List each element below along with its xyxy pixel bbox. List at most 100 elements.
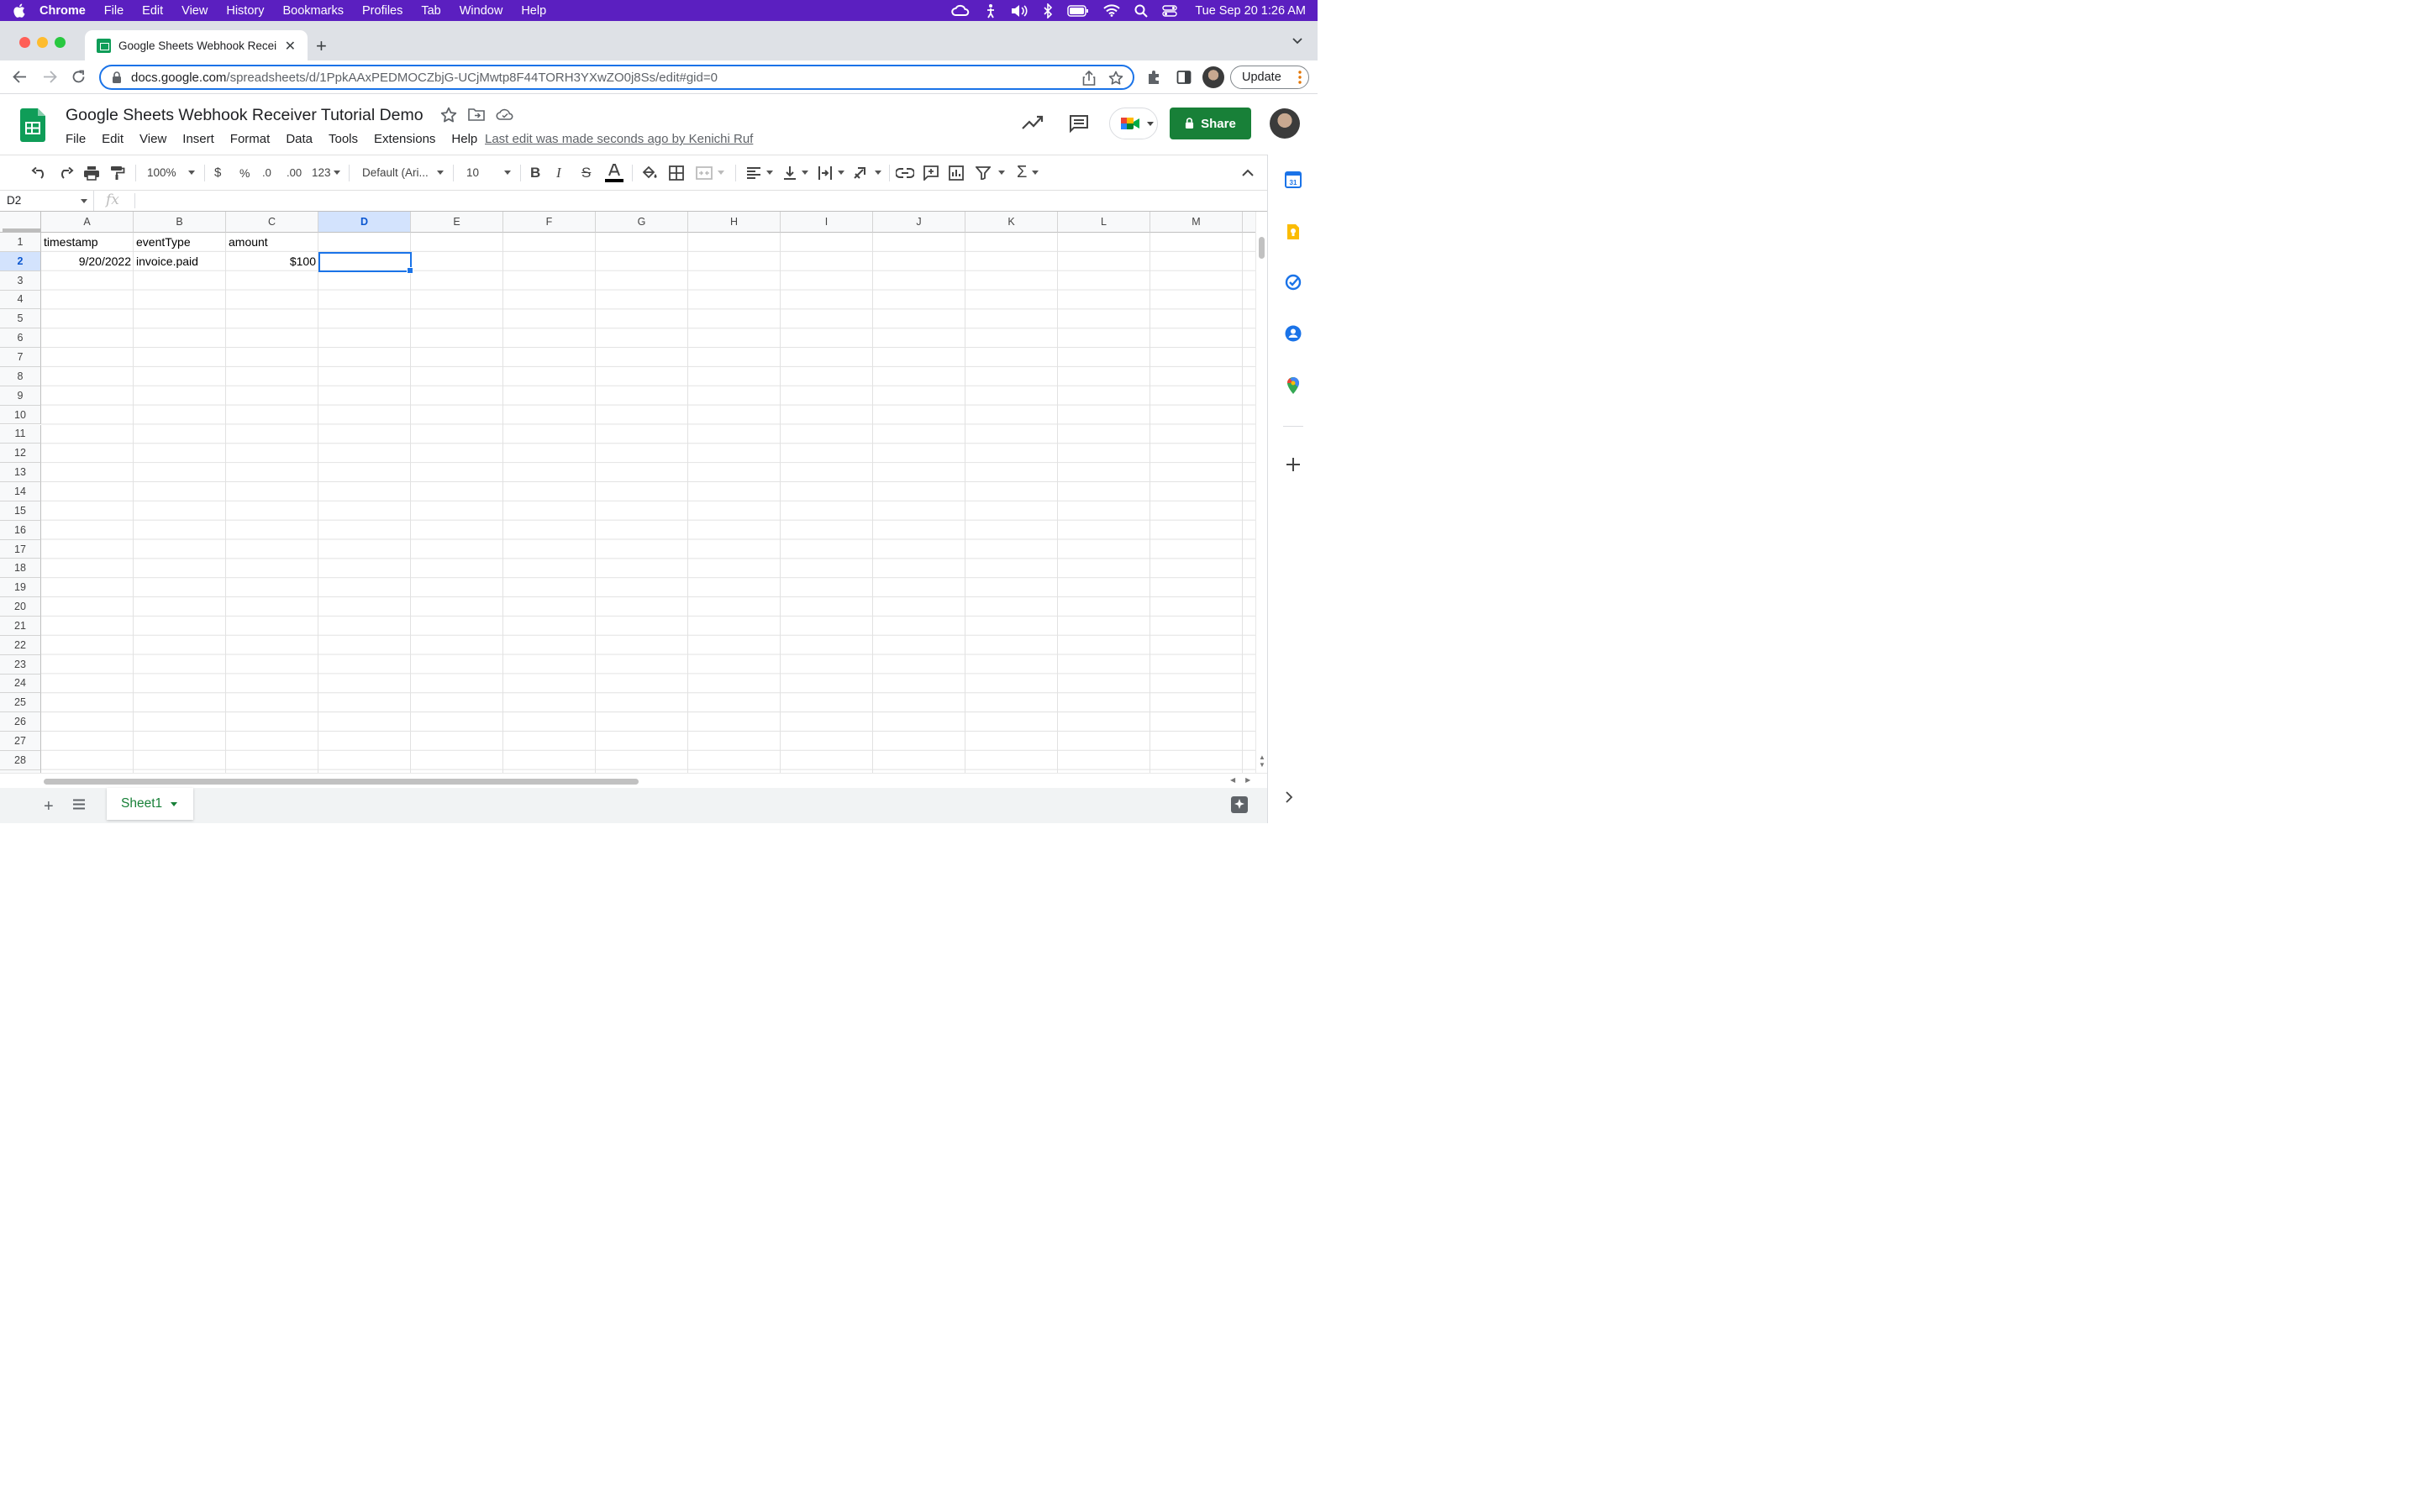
column-header-m[interactable]: M (1150, 212, 1243, 233)
cell-area[interactable]: timestamp eventType amount 9/20/2022 invoice… (41, 233, 1255, 773)
row-header-10[interactable]: 10 (0, 405, 41, 425)
row-header-3[interactable]: 3 (0, 270, 41, 291)
google-sheets-logo-icon[interactable] (20, 108, 45, 142)
side-panel-icon[interactable] (1176, 70, 1192, 85)
control-center-icon[interactable] (1162, 4, 1178, 17)
increase-decimal-button[interactable]: .00 (287, 155, 302, 190)
column-header-l[interactable]: L (1058, 212, 1150, 233)
creative-cloud-icon[interactable] (951, 4, 971, 18)
mac-menu-app[interactable]: Chrome (37, 4, 95, 18)
menu-tools[interactable]: Tools (329, 132, 358, 146)
menu-help[interactable]: Help (451, 132, 477, 146)
mac-menu-profiles[interactable]: Profiles (353, 4, 412, 18)
comment-history-icon[interactable] (1069, 114, 1089, 133)
chrome-profile-avatar[interactable] (1202, 66, 1224, 88)
meet-button[interactable] (1109, 108, 1158, 139)
tab-close-icon[interactable]: ✕ (285, 38, 296, 55)
new-tab-button[interactable]: + (316, 35, 327, 57)
menu-format[interactable]: Format (230, 132, 271, 146)
vertical-scroll-thumb[interactable] (1259, 237, 1265, 259)
chrome-update-button[interactable]: Update (1230, 66, 1309, 89)
menu-extensions[interactable]: Extensions (374, 132, 435, 146)
redo-icon[interactable] (57, 155, 74, 190)
row-header-16[interactable]: 16 (0, 520, 41, 540)
column-header-h[interactable]: H (688, 212, 781, 233)
borders-icon[interactable] (669, 155, 684, 190)
strikethrough-icon[interactable]: S (581, 155, 591, 190)
document-title[interactable]: Google Sheets Webhook Receiver Tutorial … (66, 106, 424, 125)
mac-menu-window[interactable]: Window (450, 4, 513, 18)
cell-c1[interactable]: amount (226, 233, 318, 252)
column-header-i[interactable]: I (781, 212, 873, 233)
mac-menu-help[interactable]: Help (512, 4, 555, 18)
add-sheet-button[interactable]: + (44, 797, 54, 816)
column-header-e[interactable]: E (411, 212, 503, 233)
menu-file[interactable]: File (66, 132, 86, 146)
vertical-scrollbar[interactable]: ▲ ▼ (1255, 212, 1267, 773)
reload-icon[interactable] (71, 70, 86, 84)
wifi-icon[interactable] (1103, 4, 1121, 17)
cloud-saved-icon[interactable] (496, 107, 514, 122)
contacts-icon[interactable] (1285, 325, 1302, 342)
functions-sigma-icon[interactable]: Σ (1017, 155, 1039, 190)
undo-icon[interactable] (31, 155, 48, 190)
show-side-panel-chevron-right-icon[interactable] (1285, 791, 1293, 803)
sheet-tab-chevron-down-icon[interactable] (171, 801, 178, 806)
last-edit-link[interactable]: Last edit was made seconds ago by Kenich… (485, 132, 753, 146)
cell-a1[interactable]: timestamp (41, 233, 134, 252)
kebab-menu-icon[interactable] (1298, 71, 1302, 84)
row-header-13[interactable]: 13 (0, 463, 41, 483)
row-header-24[interactable]: 24 (0, 674, 41, 694)
menu-data[interactable]: Data (286, 132, 313, 146)
move-folder-icon[interactable] (468, 107, 485, 122)
get-addons-plus-icon[interactable] (1285, 456, 1302, 473)
column-header-c[interactable]: C (226, 212, 318, 233)
cell-b1[interactable]: eventType (134, 233, 226, 252)
scroll-left-right-icon[interactable]: ◀▶ (1230, 776, 1260, 784)
row-header-4[interactable]: 4 (0, 290, 41, 310)
row-header-15[interactable]: 15 (0, 501, 41, 521)
mac-menu-edit[interactable]: Edit (133, 4, 172, 18)
back-arrow-icon[interactable] (13, 70, 27, 84)
window-zoom-button[interactable] (55, 37, 66, 48)
browser-tab-active[interactable]: Google Sheets Webhook Recei ✕ (85, 30, 308, 60)
collapse-toolbar-chevron-up-icon[interactable] (1242, 155, 1254, 190)
accessibility-icon[interactable] (986, 3, 996, 18)
row-header-7[interactable]: 7 (0, 348, 41, 367)
sheet-tab-sheet1[interactable]: Sheet1 (107, 788, 193, 820)
bold-icon[interactable]: B (530, 155, 540, 190)
row-header-23[interactable]: 23 (0, 654, 41, 675)
row-header-14[interactable]: 14 (0, 482, 41, 501)
spotlight-search-icon[interactable] (1134, 4, 1149, 18)
row-header-28[interactable]: 28 (0, 750, 41, 770)
row-header-17[interactable]: 17 (0, 539, 41, 559)
row-header-11[interactable]: 11 (0, 424, 41, 444)
scroll-arrows-icon[interactable]: ▲ ▼ (1259, 753, 1265, 769)
formula-input[interactable] (136, 191, 1267, 211)
text-color-icon[interactable] (605, 155, 623, 190)
mac-menu-tab[interactable]: Tab (412, 4, 450, 18)
column-header-a[interactable]: A (41, 212, 134, 233)
bluetooth-icon[interactable] (1043, 3, 1053, 18)
maps-icon[interactable] (1285, 376, 1302, 395)
row-header-21[interactable]: 21 (0, 617, 41, 636)
column-header-j[interactable]: J (873, 212, 965, 233)
row-header-19[interactable]: 19 (0, 578, 41, 598)
cell-a2[interactable]: 9/20/2022 (41, 252, 134, 271)
horizontal-scrollbar[interactable]: ◀▶ (0, 773, 1267, 788)
print-icon[interactable] (83, 155, 100, 190)
share-page-icon[interactable] (1082, 71, 1096, 86)
keep-icon[interactable] (1285, 223, 1302, 240)
forward-arrow-icon[interactable] (43, 70, 57, 84)
apple-icon[interactable] (0, 3, 37, 18)
activity-trend-icon[interactable] (1022, 114, 1044, 131)
column-header-k[interactable]: K (965, 212, 1058, 233)
column-header-g[interactable]: G (596, 212, 688, 233)
percent-format-button[interactable]: % (239, 155, 250, 190)
vertical-align-icon[interactable] (783, 155, 808, 190)
row-header-8[interactable]: 8 (0, 366, 41, 386)
row-header-27[interactable]: 27 (0, 732, 41, 751)
star-icon[interactable] (440, 107, 457, 123)
window-close-button[interactable] (19, 37, 30, 48)
font-size-select[interactable]: 10 (466, 155, 512, 190)
